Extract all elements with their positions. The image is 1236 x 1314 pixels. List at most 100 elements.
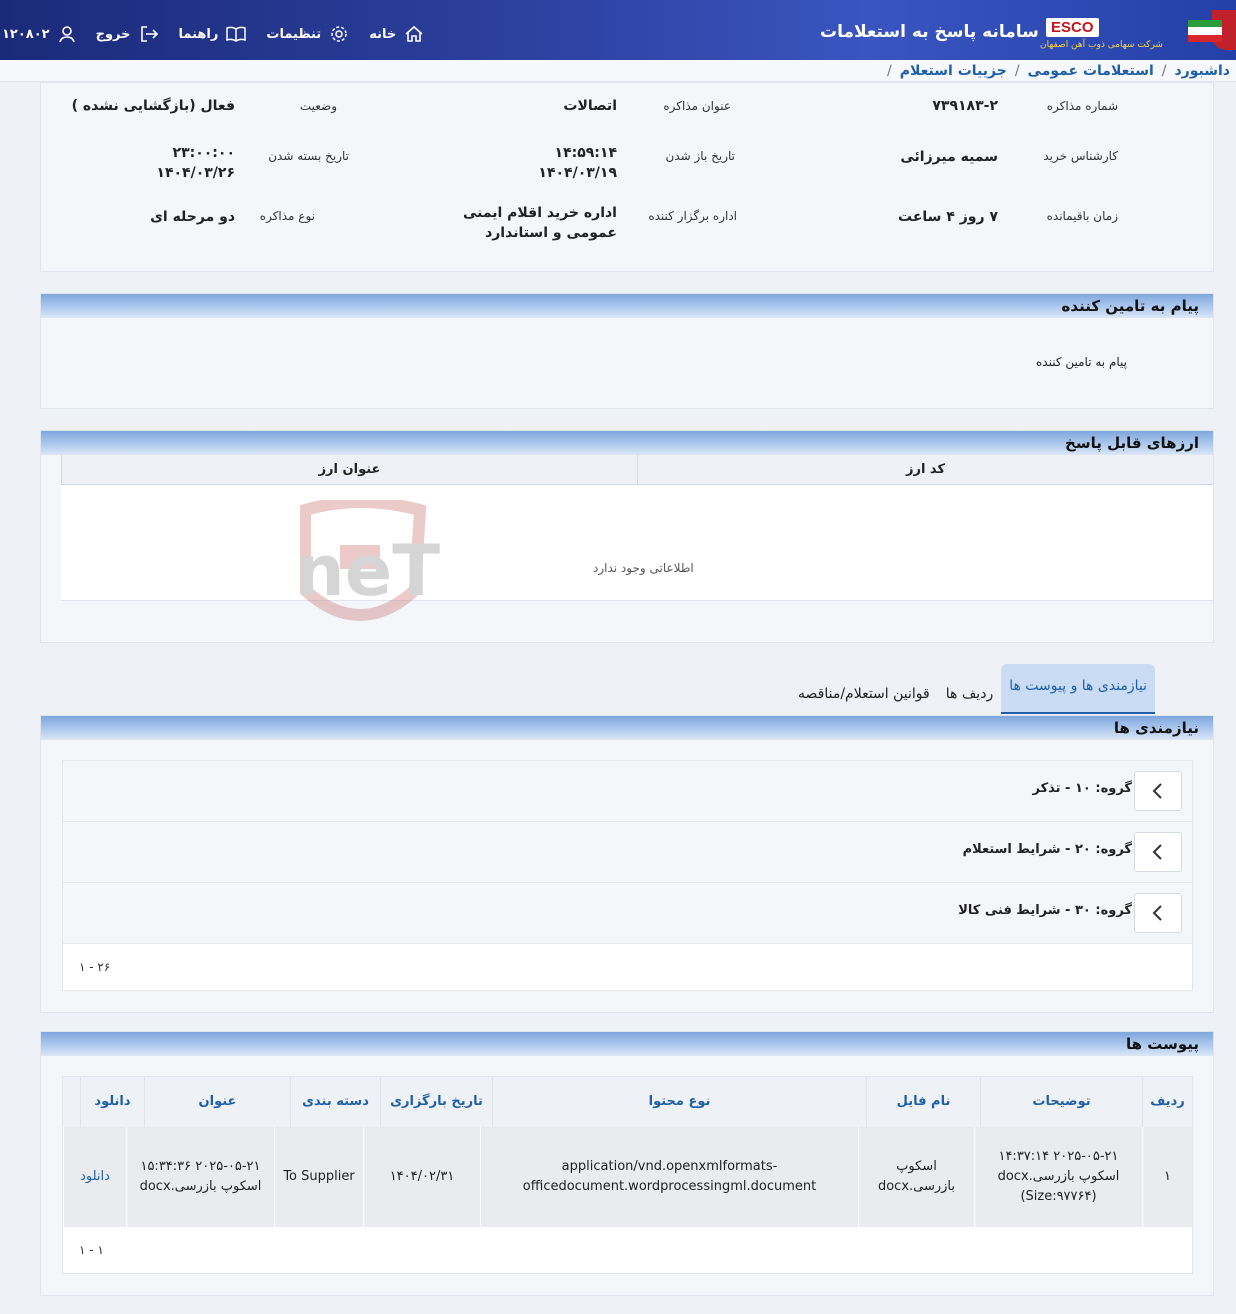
supplier-message-title: پیام به تامین کننده <box>41 294 1213 318</box>
breadcrumb-separator: / <box>887 62 892 79</box>
type-label: نوع مذاکره <box>259 209 315 223</box>
requirements-title: نیازمندی ها <box>41 716 1213 740</box>
column-index[interactable]: ردیف <box>1142 1077 1192 1127</box>
open-time: ۱۴:۵۹:۱۴ <box>554 145 617 161</box>
logout-icon <box>140 26 158 42</box>
buyer-name: سمیه میرزائی <box>900 149 998 165</box>
settings-label: تنظیمات <box>266 26 322 42</box>
column-category[interactable]: دسته بندی <box>290 1077 380 1127</box>
user-menu[interactable]: ۱۲۰۸۰۲ <box>2 25 76 43</box>
breadcrumb-inquiry-details[interactable]: جزییات استعلام <box>900 63 1007 79</box>
org-label: اداره برگزار کننده <box>648 209 737 223</box>
esco-logo <box>1174 2 1236 58</box>
book-icon <box>226 26 247 42</box>
column-title[interactable]: عنوان <box>144 1077 290 1127</box>
chevron-left-icon <box>1152 844 1162 860</box>
gear-icon <box>331 26 347 42</box>
remaining-time: ۷ روز ۴ ساعت <box>898 209 998 225</box>
tab-bar: نیازمندی ها و پیوست ها ردیف ها قوانین اس… <box>790 664 1156 714</box>
group-title: گروه: ۱۰ - تذکر <box>1032 781 1132 796</box>
home-icon <box>405 25 423 42</box>
home-link[interactable]: خانه <box>369 24 424 44</box>
title-label: عنوان مذاکره <box>663 99 731 113</box>
row-title: ۲۰۲۵-۰۵-۲۱ ۱۵:۳۴:۳۶ اسکوپ بازرسی.docx <box>126 1127 274 1227</box>
logout-label: خروج <box>95 26 131 42</box>
tender-number-label: شماره مذاکره <box>1046 99 1118 113</box>
group-row: گروه: ۲۰ - شرایط استعلام <box>63 822 1192 883</box>
esco-badge: ESCO <box>1046 18 1099 37</box>
app-header: ESCO شرکت سهامی ذوب آهن اصفهان سامانه پا… <box>0 0 1236 60</box>
help-link[interactable]: راهنما <box>179 25 247 43</box>
tab-inquiry-rules[interactable]: قوانین استعلام/مناقصه <box>790 686 938 714</box>
requirements-groups: گروه: ۱۰ - تذکر گروه: ۲۰ - شرایط استعلام… <box>62 760 1193 991</box>
column-upload-date[interactable]: تاریخ بارگزاری <box>380 1077 492 1127</box>
group-title: گروه: ۳۰ - شرایط فنی کالا <box>958 903 1132 918</box>
status-value: فعال (بازگشایی نشده ) <box>71 98 235 114</box>
user-icon <box>58 26 75 43</box>
app-title: سامانه پاسخ به استعلامات <box>820 22 1039 42</box>
iran-flag-icon <box>1188 20 1222 42</box>
currency-title: ارزهای قابل پاسخ <box>41 431 1213 455</box>
row-index: ۱ <box>1142 1127 1192 1227</box>
user-id: ۱۲۰۸۰۲ <box>2 26 50 42</box>
empty-message: اطلاعاتی وجود ندارد <box>593 561 694 575</box>
column-content-type[interactable]: نوع محتوا <box>492 1077 866 1127</box>
attachments-pager: ۱ - ۱ <box>63 1227 1192 1273</box>
open-date: ۱۴۰۴/۰۳/۱۹ <box>538 165 617 181</box>
inquiry-info-panel: شماره مذاکره ۷۳۹۱۸۳-۲ کارشناس خرید سمیه … <box>40 82 1214 272</box>
home-label: خانه <box>369 26 397 42</box>
chevron-left-icon <box>1152 905 1162 921</box>
table-row: ۱ ۲۰۲۵-۰۵-۲۱ ۱۴:۳۷:۱۴ اسکوپ بازرسی.docx … <box>63 1127 1192 1227</box>
breadcrumb-separator: / <box>1161 62 1167 79</box>
column-download[interactable]: دانلود <box>80 1077 144 1127</box>
expand-group-button[interactable] <box>1134 832 1182 872</box>
tender-title: اتصالات <box>563 98 617 114</box>
tender-type: دو مرحله ای <box>150 209 235 225</box>
row-category: To Supplier <box>274 1127 363 1227</box>
buyer-label: کارشناس خرید <box>1043 149 1118 163</box>
open-date-label: تاریخ باز شدن <box>665 149 735 163</box>
group-row: گروه: ۳۰ - شرایط فنی کالا <box>63 883 1192 944</box>
close-date-label: تاریخ بسته شدن <box>268 149 349 163</box>
attachments-table-header: ردیف توضیحات نام فایل نوع محتوا تاریخ با… <box>63 1077 1192 1127</box>
status-label: وضعیت <box>299 99 337 113</box>
help-label: راهنما <box>178 26 219 42</box>
row-file-name: اسکوپ بازرسی.docx <box>858 1127 974 1227</box>
breadcrumb: داشبورد / استعلامات عمومی / جزییات استعل… <box>0 60 1236 82</box>
top-nav: ۱۲۰۸۰۲ خروج راهنما تنظیمات خانه <box>0 22 430 46</box>
tender-number: ۷۳۹۱۸۳-۲ <box>932 98 998 114</box>
requirements-pager: ۱ - ۲۶ <box>63 944 1192 990</box>
remaining-label: زمان باقیمانده <box>1046 209 1118 223</box>
close-time: ۲۳:۰۰:۰۰ <box>172 145 235 161</box>
row-description: ۲۰۲۵-۰۵-۲۱ ۱۴:۳۷:۱۴ اسکوپ بازرسی.docx (S… <box>974 1127 1142 1227</box>
chevron-left-icon <box>1152 783 1162 799</box>
group-title: گروه: ۲۰ - شرایط استعلام <box>962 842 1132 857</box>
currency-table-header: کد ارز عنوان ارز <box>61 455 1213 485</box>
currency-table-body: اطلاعاتی وجود ندارد <box>61 485 1213 601</box>
attachments-title: پیوست ها <box>41 1032 1213 1056</box>
supplier-message-body: پیام به تامین کننده <box>1036 355 1127 369</box>
settings-link[interactable]: تنظیمات <box>266 24 349 44</box>
tab-rows[interactable]: ردیف ها <box>938 686 1001 714</box>
group-row: گروه: ۱۰ - تذکر <box>63 761 1192 822</box>
column-currency-code[interactable]: کد ارز <box>637 455 1213 484</box>
close-date: ۱۴۰۴/۰۳/۲۶ <box>156 165 235 181</box>
expand-group-button[interactable] <box>1134 893 1182 933</box>
expand-group-button[interactable] <box>1134 771 1182 811</box>
column-file-name[interactable]: نام فایل <box>866 1077 980 1127</box>
company-name: شرکت سهامی ذوب آهن اصفهان <box>1040 40 1163 50</box>
breadcrumb-dashboard[interactable]: داشبورد <box>1175 63 1231 79</box>
download-link[interactable]: دانلود <box>63 1127 126 1227</box>
logout-link[interactable]: خروج <box>96 25 159 43</box>
tab-requirements-attachments[interactable]: نیازمندی ها و پیوست ها <box>1001 664 1156 714</box>
row-content-type: application/vnd.openxmlformats-officedoc… <box>480 1127 858 1227</box>
organizing-office: اداره خرید اقلام ایمنی عمومی و استاندارد <box>462 205 617 241</box>
breadcrumb-separator: / <box>1014 62 1020 79</box>
column-currency-title[interactable]: عنوان ارز <box>61 455 637 484</box>
attachments-table: ردیف توضیحات نام فایل نوع محتوا تاریخ با… <box>62 1076 1193 1274</box>
supplier-message-panel: پیام به تامین کننده پیام به تامین کننده <box>40 293 1214 409</box>
row-upload-date: ۱۴۰۴/۰۲/۳۱ <box>363 1127 480 1227</box>
currency-panel: ارزهای قابل پاسخ کد ارز عنوان ارز اطلاعا… <box>40 430 1214 643</box>
column-description[interactable]: توضیحات <box>980 1077 1142 1127</box>
breadcrumb-public-inquiries[interactable]: استعلامات عمومی <box>1028 63 1154 79</box>
